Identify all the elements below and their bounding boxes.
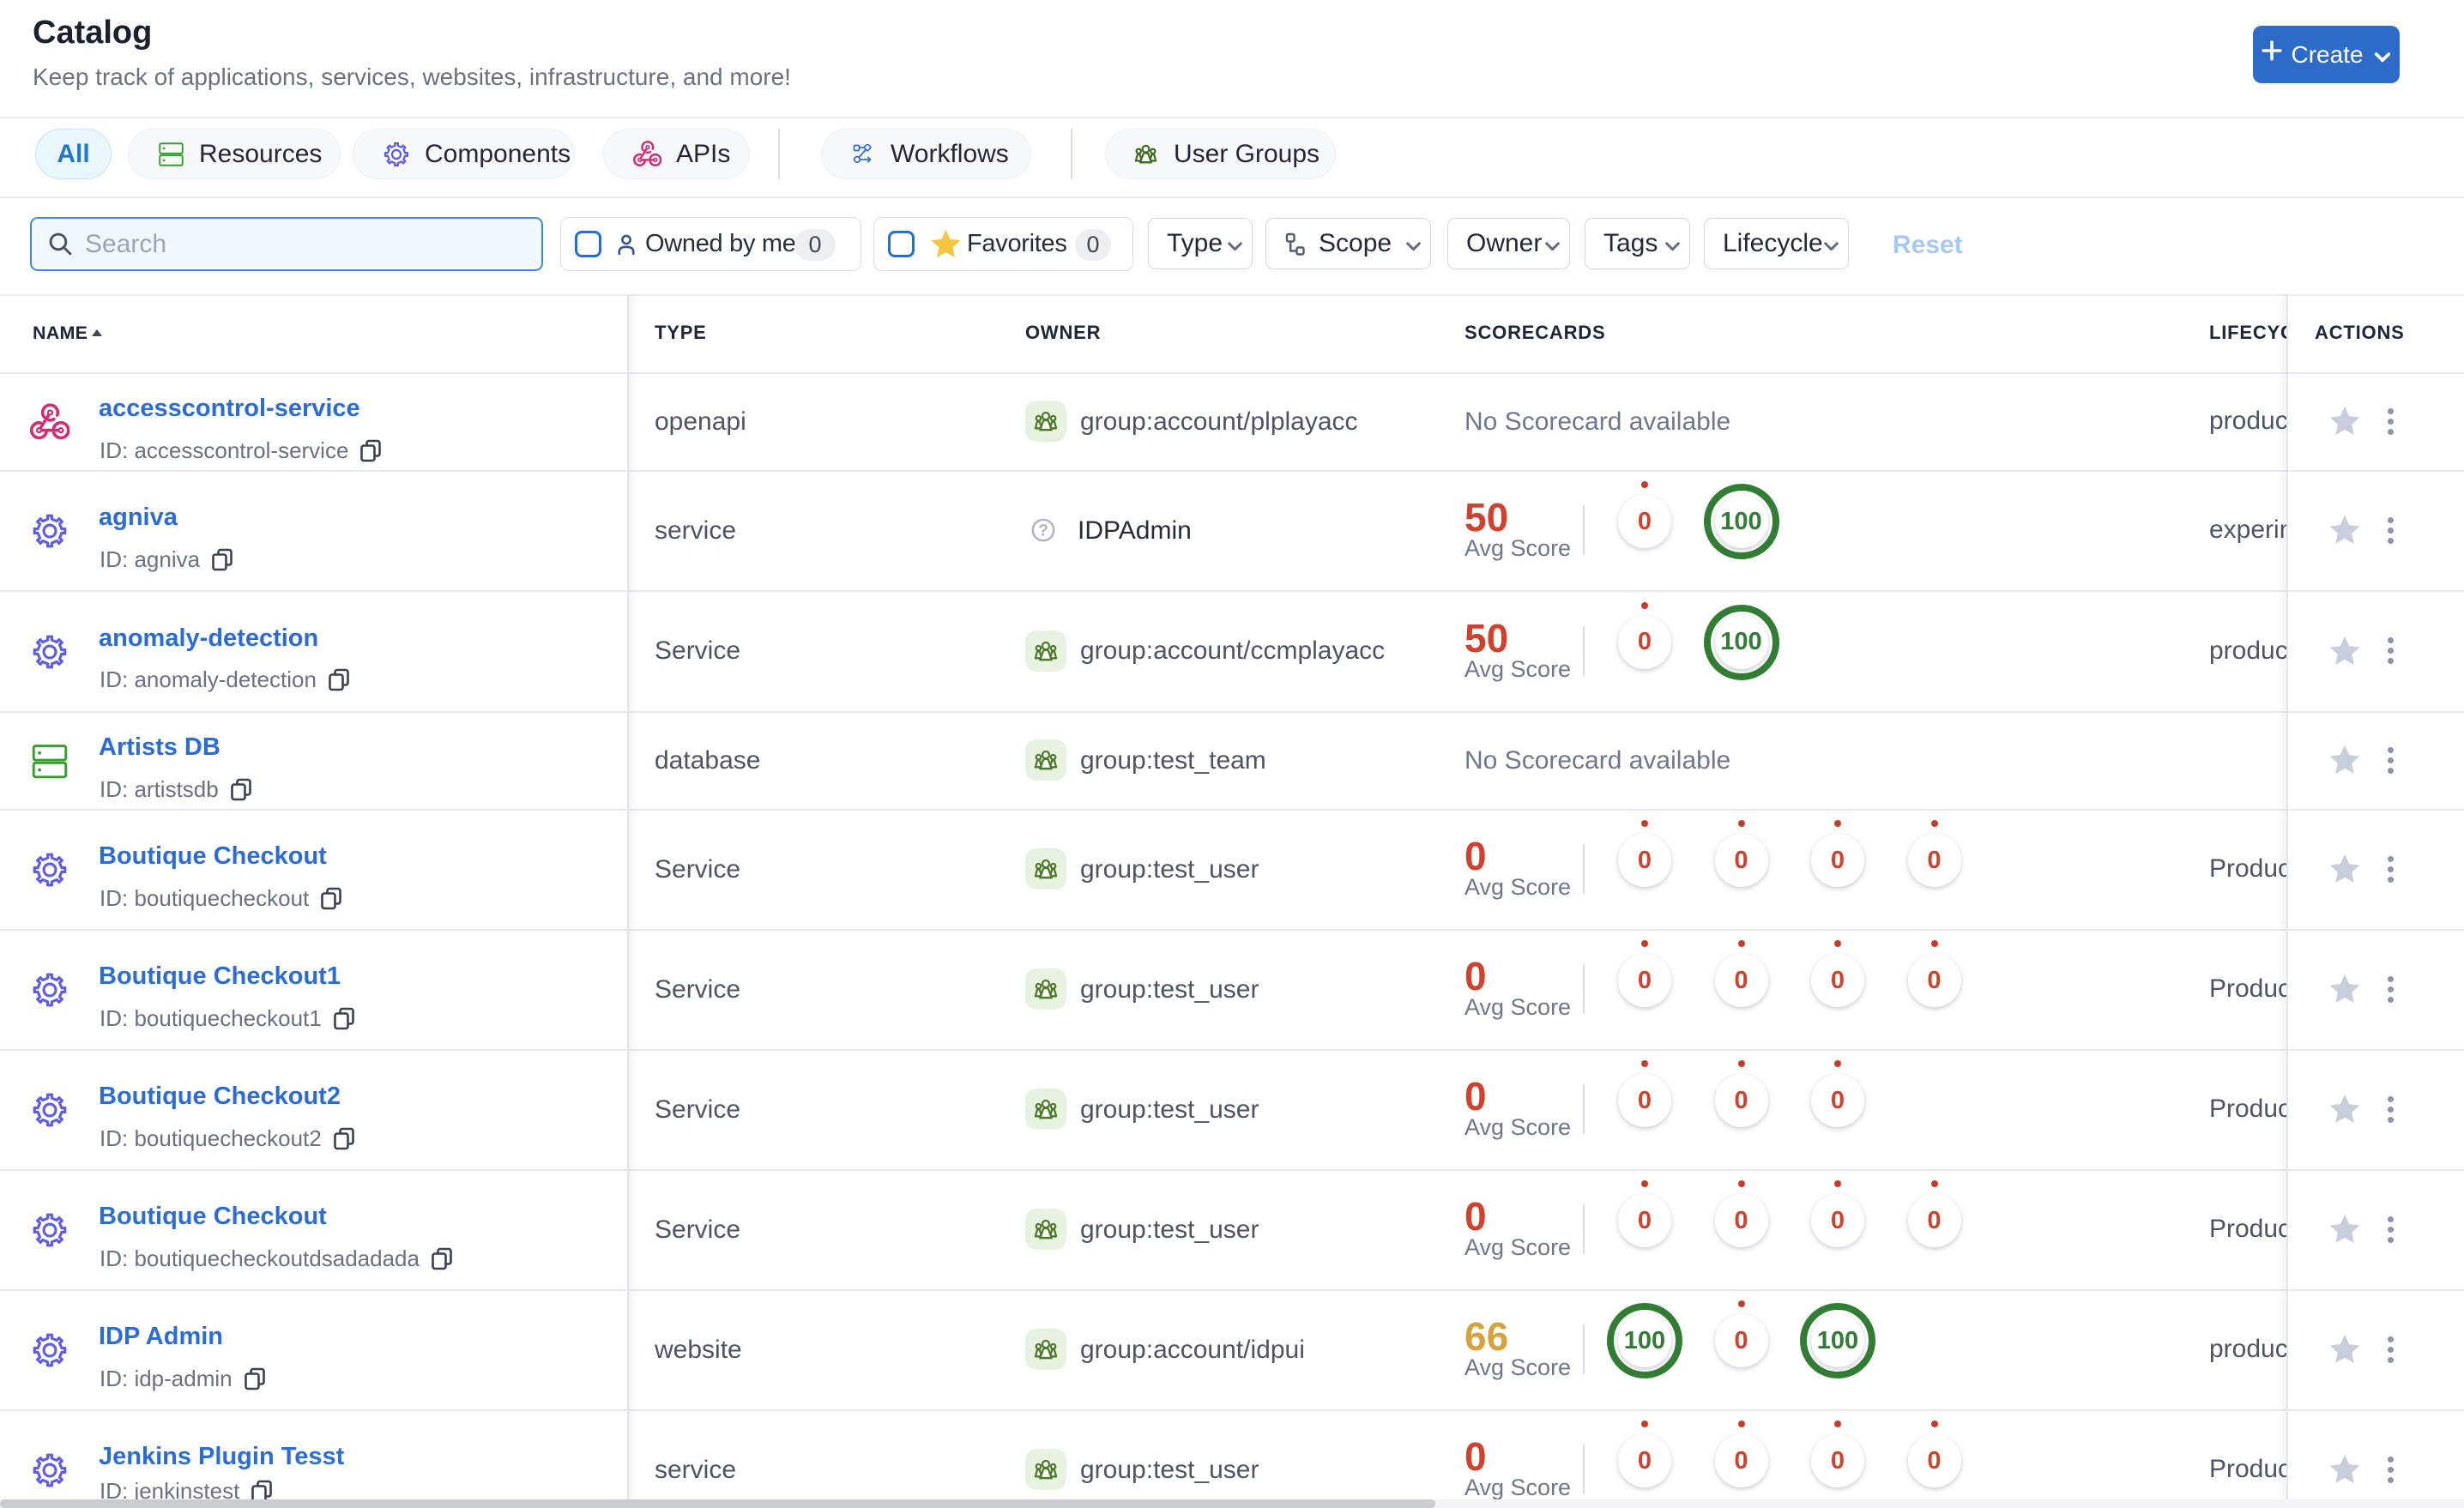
- svg-text:?: ?: [1038, 522, 1048, 540]
